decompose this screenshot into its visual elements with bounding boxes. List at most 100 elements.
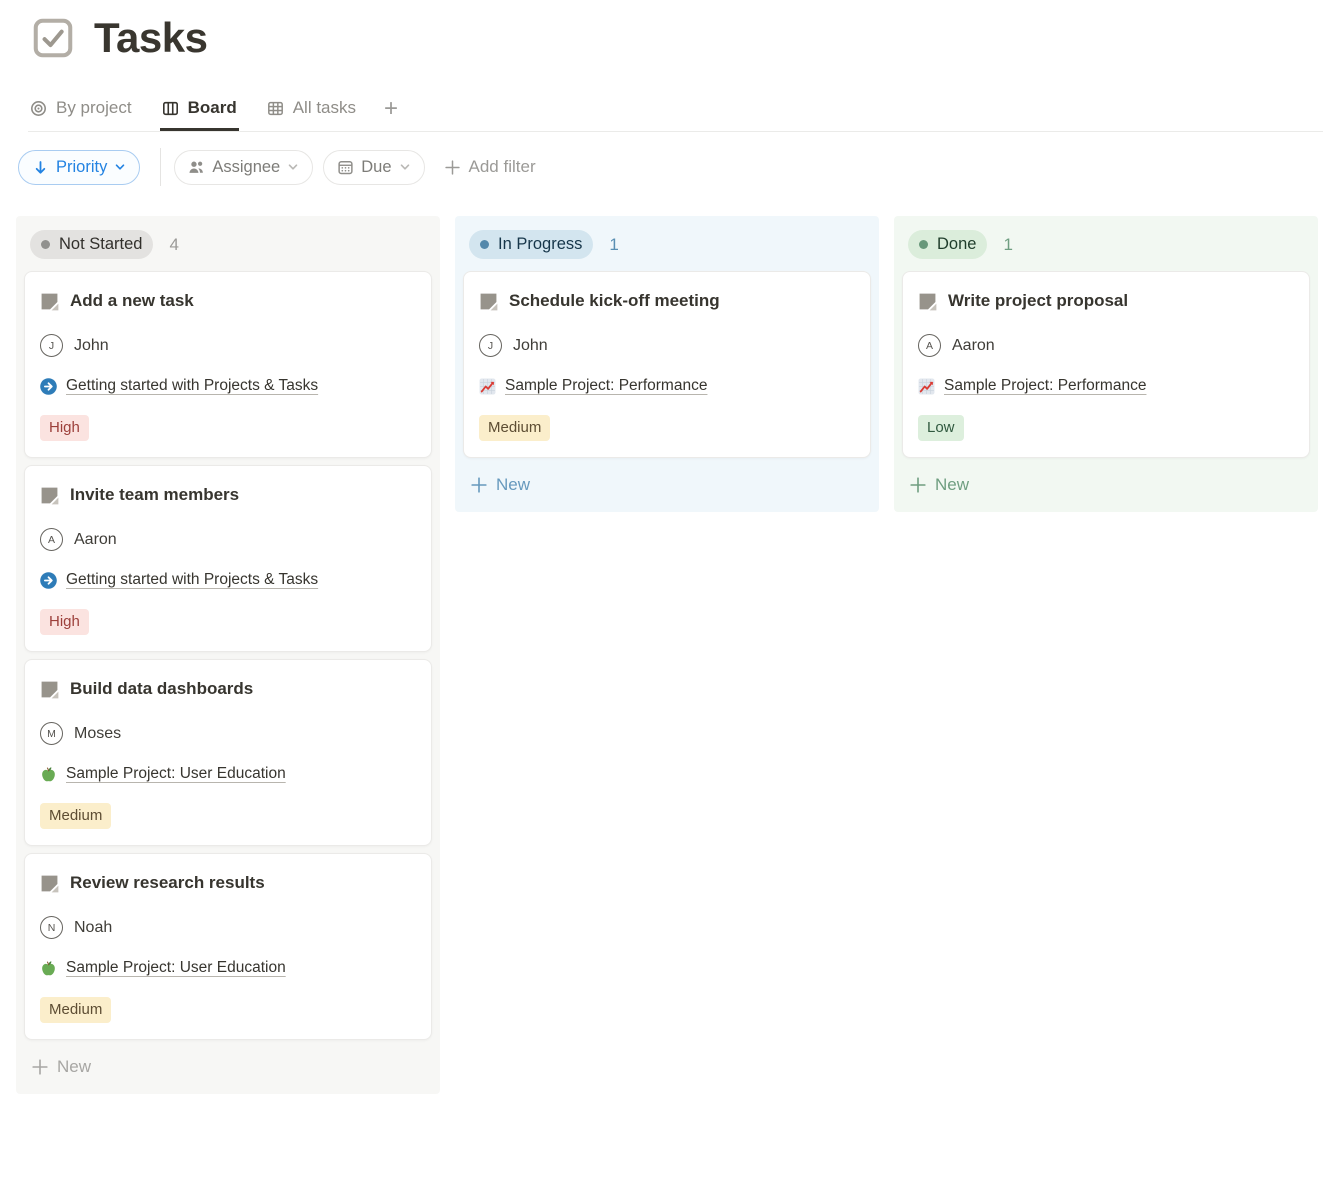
project-link[interactable]: Getting started with Projects & Tasks [66,377,318,395]
assignee-row: N Noah [40,916,416,939]
calendar-icon [337,159,354,176]
checkbox-icon[interactable] [30,15,76,61]
new-task-label: New [496,475,530,495]
assignee-filter-pill[interactable]: Assignee [174,150,313,185]
green-apple-icon [40,960,57,977]
table-icon [267,100,284,117]
status-pill[interactable]: Not Started [30,230,153,259]
tab-all-tasks[interactable]: All tasks [265,94,358,131]
filter-bar: Priority Assignee Due Add filter [18,148,1338,186]
card-title-row: Review research results [40,870,416,896]
new-task-button[interactable]: New [902,465,1310,504]
plus-icon [445,160,460,175]
project-link[interactable]: Getting started with Projects & Tasks [66,571,318,589]
chevron-down-icon [399,161,411,173]
priority-tag: Medium [40,997,111,1023]
priority-row: Medium [479,415,855,441]
arrow-down-icon [32,159,49,176]
assignee-row: M Moses [40,722,416,745]
plus-icon [910,477,926,493]
page-header: Tasks [0,0,1338,62]
status-pill[interactable]: In Progress [469,230,593,259]
priority-tag: Medium [40,803,111,829]
new-task-button[interactable]: New [463,465,871,504]
tab-label: All tasks [293,98,356,118]
project-row: Sample Project: User Education [40,959,416,977]
card-title-row: Schedule kick-off meeting [479,288,855,314]
priority-sort-pill[interactable]: Priority [18,150,140,185]
arrow-circle-icon [40,378,57,395]
page-icon [40,680,59,699]
card-list: Schedule kick-off meeting J John Sample … [463,271,871,458]
project-link[interactable]: Sample Project: User Education [66,765,286,783]
priority-row: High [40,609,416,635]
due-filter-pill[interactable]: Due [323,150,424,185]
status-dot-icon [919,240,928,249]
priority-row: Low [918,415,1294,441]
project-link[interactable]: Sample Project: User Education [66,959,286,977]
page-icon [40,292,59,311]
task-title: Invite team members [70,482,239,508]
priority-filter-label: Priority [56,158,107,177]
assignee-name: Aaron [74,531,117,549]
plus-icon [471,477,487,493]
avatar: N [40,916,63,939]
status-pill[interactable]: Done [908,230,987,259]
task-title: Review research results [70,870,265,896]
chevron-down-icon [114,161,126,173]
project-link[interactable]: Sample Project: Performance [505,377,707,395]
task-card-review-research-results[interactable]: Review research results N Noah Sample Pr… [24,853,432,1040]
status-label: In Progress [498,235,582,254]
page-icon [918,292,937,311]
assignee-row: A Aaron [918,334,1294,357]
page-icon [40,486,59,505]
project-row: Sample Project: User Education [40,765,416,783]
page-title[interactable]: Tasks [94,14,207,62]
tab-board[interactable]: Board [160,94,239,131]
avatar: J [479,334,502,357]
task-card-add-a-new-task[interactable]: Add a new task J John Getting started wi… [24,271,432,458]
avatar: A [918,334,941,357]
priority-row: Medium [40,803,416,829]
card-title-row: Write project proposal [918,288,1294,314]
avatar: J [40,334,63,357]
column-count: 4 [169,235,178,255]
project-row: Sample Project: Performance [918,377,1294,395]
new-task-button[interactable]: New [24,1047,432,1086]
tab-label: Board [188,98,237,118]
board-column-in-progress: In Progress 1 Schedule kick-off meeting … [455,216,879,512]
add-view-button[interactable]: + [384,97,402,131]
task-card-build-data-dashboards[interactable]: Build data dashboards M Moses Sample Pro… [24,659,432,846]
avatar: M [40,722,63,745]
priority-tag: Medium [479,415,550,441]
card-title-row: Add a new task [40,288,416,314]
column-header: Done 1 [902,224,1310,271]
assignee-row: J John [40,334,416,357]
column-count: 1 [609,235,618,255]
task-card-invite-team-members[interactable]: Invite team members A Aaron Getting star… [24,465,432,652]
add-filter-button[interactable]: Add filter [445,157,536,177]
task-title: Build data dashboards [70,676,253,702]
due-filter-label: Due [361,158,391,177]
assignee-row: J John [479,334,855,357]
status-label: Not Started [59,235,142,254]
project-link[interactable]: Sample Project: Performance [944,377,1146,395]
column-header: In Progress 1 [463,224,871,271]
chart-increasing-icon [918,378,935,395]
column-count: 1 [1003,235,1012,255]
add-filter-label: Add filter [469,157,536,177]
task-card-schedule-kick-off-meeting[interactable]: Schedule kick-off meeting J John Sample … [463,271,871,458]
assignee-row: A Aaron [40,528,416,551]
board-column-done: Done 1 Write project proposal A Aaron Sa… [894,216,1318,512]
project-row: Sample Project: Performance [479,377,855,395]
priority-tag: High [40,609,89,635]
priority-row: Medium [40,997,416,1023]
chart-increasing-icon [479,378,496,395]
task-card-write-project-proposal[interactable]: Write project proposal A Aaron Sample Pr… [902,271,1310,458]
green-apple-icon [40,766,57,783]
tab-by-project[interactable]: By project [28,94,134,131]
target-icon [30,100,47,117]
column-header: Not Started 4 [24,224,432,271]
assignee-name: John [513,337,548,355]
assignee-filter-label: Assignee [212,158,280,177]
